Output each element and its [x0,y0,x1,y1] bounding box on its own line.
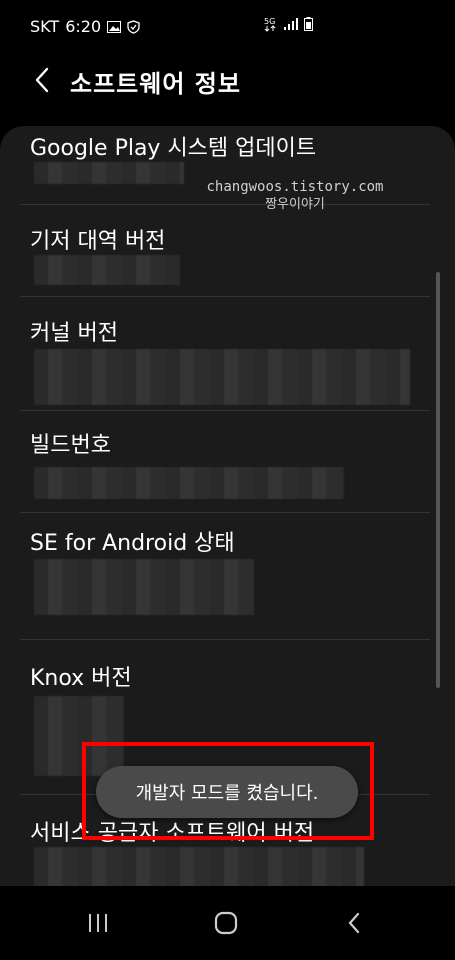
home-button[interactable] [206,908,246,938]
carrier-label: SKT [30,17,60,36]
list-item-title: Google Play 시스템 업데이트 [30,136,317,161]
list-item-build-number[interactable]: 빌드번호 [0,411,455,511]
recent-apps-icon [89,914,107,932]
redacted-value [34,349,410,405]
app-header: 소프트웨어 정보 [0,52,455,108]
network-5g-label: 5G [264,17,275,26]
list-item-title: 커널 버전 [30,321,118,346]
status-bar: SKT 6:20 5G [0,0,455,52]
list-item-title: 빌드번호 [30,433,111,458]
list-item-baseband-version[interactable]: 기저 대역 버전 [0,205,455,295]
status-left: SKT 6:20 [30,17,140,36]
battery-icon [304,17,313,31]
shield-icon [127,19,140,34]
back-button[interactable] [24,62,60,98]
scrollbar[interactable] [436,272,440,688]
clock: 6:20 [65,17,102,36]
highlight-box [82,742,374,840]
home-icon [214,911,238,935]
network-5g-icon: 5G [264,16,278,32]
list-item-title: 기저 대역 버전 [30,229,166,254]
watermark-name: 짱우이야기 [265,197,325,212]
redacted-value [34,255,180,285]
list-item-title: Knox 버전 [30,666,132,691]
redacted-value [34,467,344,499]
back-arrow-icon [35,67,49,93]
list-item-se-android-status[interactable]: SE for Android 상태 [0,513,455,639]
watermark: changwoos.tistory.com 짱우이야기 [180,178,410,214]
redacted-value [34,847,364,886]
recent-apps-button[interactable] [78,908,118,938]
gallery-icon [107,20,122,33]
page-title: 소프트웨어 정보 [70,70,241,98]
list-item-title: SE for Android 상태 [30,531,235,556]
watermark-site: changwoos.tistory.com [206,179,384,195]
list-item-kernel-version[interactable]: 커널 버전 [0,297,455,409]
signal-icon [284,18,298,30]
redacted-value [34,162,184,184]
status-right: 5G [264,16,313,32]
redacted-value [34,559,254,615]
navigation-bar [0,886,455,960]
back-nav-button[interactable] [334,908,374,938]
back-nav-icon [348,912,360,934]
